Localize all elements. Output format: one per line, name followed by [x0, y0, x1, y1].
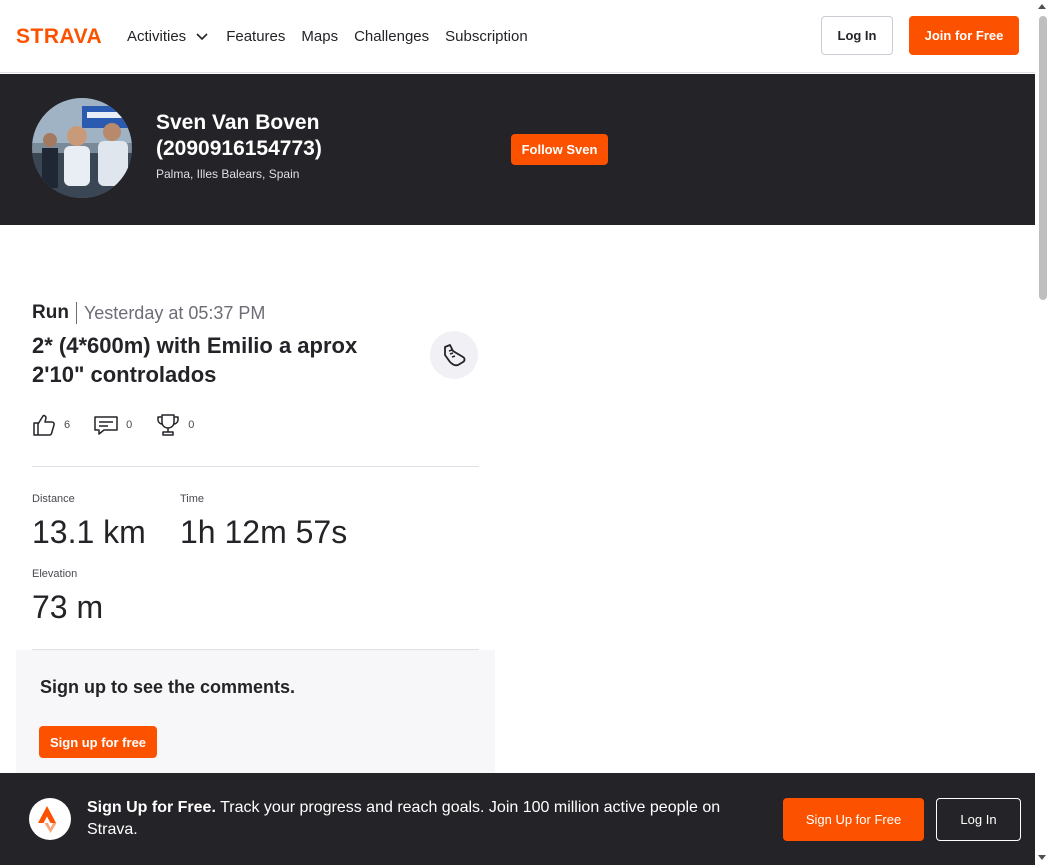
trophy-icon — [157, 414, 179, 436]
comment-icon — [94, 416, 118, 435]
stat-elevation: Elevation 73 m — [32, 567, 103, 627]
nav-subscription[interactable]: Subscription — [445, 24, 528, 48]
kudos-button[interactable]: 6 — [32, 413, 70, 437]
stat-time: Time 1h 12m 57s — [180, 492, 347, 552]
scroll-down-arrow-icon[interactable] — [1038, 855, 1046, 860]
nav-activities[interactable]: Activities — [127, 24, 210, 48]
follow-button[interactable]: Follow Sven — [511, 134, 608, 165]
stat-time-label: Time — [180, 493, 205, 505]
running-shoe-icon — [444, 344, 466, 367]
athlete-header: Sven Van Boven (2090916154773) Palma, Il… — [0, 74, 1035, 225]
comments-button[interactable]: 0 — [94, 413, 132, 437]
avatar[interactable] — [32, 98, 132, 198]
athlete-name[interactable]: Sven Van Boven (2090916154773) — [156, 110, 416, 162]
activity-title: 2* (4*600m) with Emilio a aprox 2'10" co… — [32, 333, 358, 387]
svg-text:STRAVA: STRAVA — [16, 26, 102, 46]
stat-distance-label: Distance — [32, 493, 75, 505]
nav-features-label: Features — [226, 27, 286, 45]
stat-distance: Distance 13.1 km — [32, 492, 146, 552]
strava-app-icon — [29, 798, 71, 840]
comments-signup-box: Sign up to see the comments. Sign up for… — [16, 650, 495, 773]
comments-count: 0 — [126, 419, 133, 431]
activity-date: Yesterday at 05:37 PM — [83, 303, 266, 323]
scroll-thumb[interactable] — [1039, 16, 1047, 300]
achievements-button[interactable]: 0 — [156, 413, 194, 437]
nav-links: Activities Features Maps Challenges Subs… — [127, 24, 544, 48]
login-button[interactable]: Log In — [821, 16, 893, 55]
nav-maps[interactable]: Maps — [301, 24, 338, 48]
kudos-count: 6 — [64, 419, 71, 431]
nav-subscription-label: Subscription — [445, 27, 528, 45]
strava-logo[interactable]: STRAVA — [16, 26, 111, 46]
page-scrollbar[interactable] — [1035, 0, 1050, 865]
divider — [32, 466, 479, 467]
banner-login-button[interactable]: Log In — [936, 798, 1021, 841]
scroll-up-arrow-icon[interactable] — [1038, 4, 1046, 9]
achievements-count: 0 — [188, 419, 195, 431]
signup-banner: Sign Up for Free. Track your progress an… — [0, 773, 1035, 865]
shoe-badge — [430, 331, 478, 379]
avatar-photo — [32, 98, 132, 198]
stat-time-value: 1h 12m 57s — [180, 514, 348, 550]
social-stats: 6 0 0 — [32, 413, 218, 437]
nav-activities-label: Activities — [127, 27, 187, 45]
thumbs-up-icon — [33, 414, 55, 436]
banner-headline: Sign Up for Free. — [87, 799, 216, 816]
strava-chevron-icon — [38, 806, 57, 833]
activity-type: Run — [32, 302, 77, 324]
stat-elevation-value: 73 m — [32, 589, 104, 625]
nav-features[interactable]: Features — [226, 24, 285, 48]
stat-elevation-label: Elevation — [32, 568, 78, 580]
nav-maps-label: Maps — [301, 27, 339, 45]
chevron-down-icon — [196, 33, 208, 41]
activity-header: Run Yesterday at 05:37 PM — [32, 302, 265, 324]
athlete-location: Palma, Illes Balears, Spain — [156, 167, 300, 181]
top-nav: STRAVA Activities Features Maps Challeng… — [0, 0, 1035, 73]
stat-distance-value: 13.1 km — [32, 514, 146, 550]
banner-signup-button[interactable]: Sign Up for Free — [783, 798, 924, 841]
nav-challenges[interactable]: Challenges — [354, 24, 429, 48]
signup-free-button[interactable]: Sign up for free — [39, 726, 157, 758]
join-button[interactable]: Join for Free — [909, 16, 1019, 55]
banner-message: Sign Up for Free. Track your progress an… — [87, 797, 757, 841]
comments-prompt: Sign up to see the comments. — [40, 677, 296, 697]
nav-challenges-label: Challenges — [354, 27, 430, 45]
